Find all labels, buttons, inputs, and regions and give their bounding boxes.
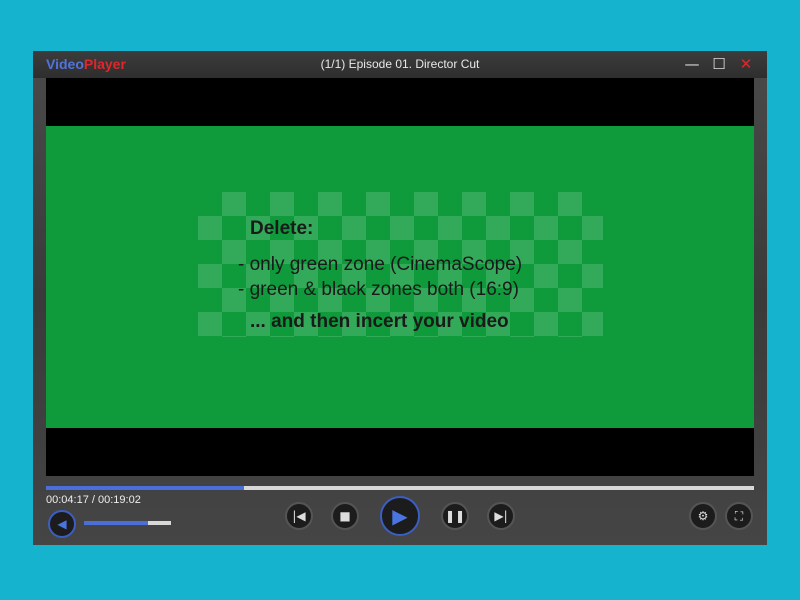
play-icon: ▶ bbox=[392, 504, 408, 528]
pause-button[interactable]: ❚❚ bbox=[441, 502, 469, 530]
speaker-icon: ◀ bbox=[57, 517, 67, 531]
previous-button[interactable]: |◀ bbox=[285, 502, 313, 530]
seek-bar[interactable] bbox=[46, 486, 754, 490]
overlay-line-1: - only green zone (CinemaScope) bbox=[238, 254, 523, 275]
fullscreen-icon: ⛶ bbox=[734, 508, 744, 523]
close-button[interactable]: ✕ bbox=[737, 55, 755, 73]
seek-bar-fill bbox=[46, 486, 245, 490]
volume-button[interactable]: ◀ bbox=[48, 510, 76, 538]
minimize-button[interactable]: — bbox=[683, 55, 701, 73]
play-button[interactable]: ▶ bbox=[380, 496, 420, 536]
volume-slider[interactable] bbox=[84, 521, 171, 525]
overlay-heading: Delete: bbox=[250, 218, 314, 239]
stop-icon: ■ bbox=[339, 509, 351, 523]
stop-button[interactable]: ■ bbox=[331, 502, 359, 530]
overlay-line-3: ... and then incert your video bbox=[250, 311, 509, 332]
title-bar: VideoPlayer (1/1) Episode 01. Director C… bbox=[33, 51, 767, 78]
gear-icon: ⚙ bbox=[697, 509, 709, 523]
overlay-line-2: - green & black zones both (16:9) bbox=[238, 279, 519, 300]
settings-button[interactable]: ⚙ bbox=[689, 502, 717, 530]
pause-icon: ❚❚ bbox=[444, 509, 466, 523]
skip-previous-icon: |◀ bbox=[292, 509, 306, 523]
window-title: (1/1) Episode 01. Director Cut bbox=[320, 57, 480, 71]
green-screen-zone: Delete: - only green zone (CinemaScope) … bbox=[46, 126, 754, 428]
video-area[interactable]: Delete: - only green zone (CinemaScope) … bbox=[46, 78, 754, 476]
volume-slider-fill bbox=[84, 521, 149, 525]
video-player-window: VideoPlayer (1/1) Episode 01. Director C… bbox=[33, 51, 767, 545]
time-display: 00:04:17 / 00:19:02 bbox=[46, 494, 141, 506]
fullscreen-button[interactable]: ⛶ bbox=[725, 502, 753, 530]
maximize-button[interactable]: ☐ bbox=[710, 55, 728, 73]
skip-next-icon: ▶| bbox=[494, 509, 508, 523]
next-button[interactable]: ▶| bbox=[487, 502, 515, 530]
